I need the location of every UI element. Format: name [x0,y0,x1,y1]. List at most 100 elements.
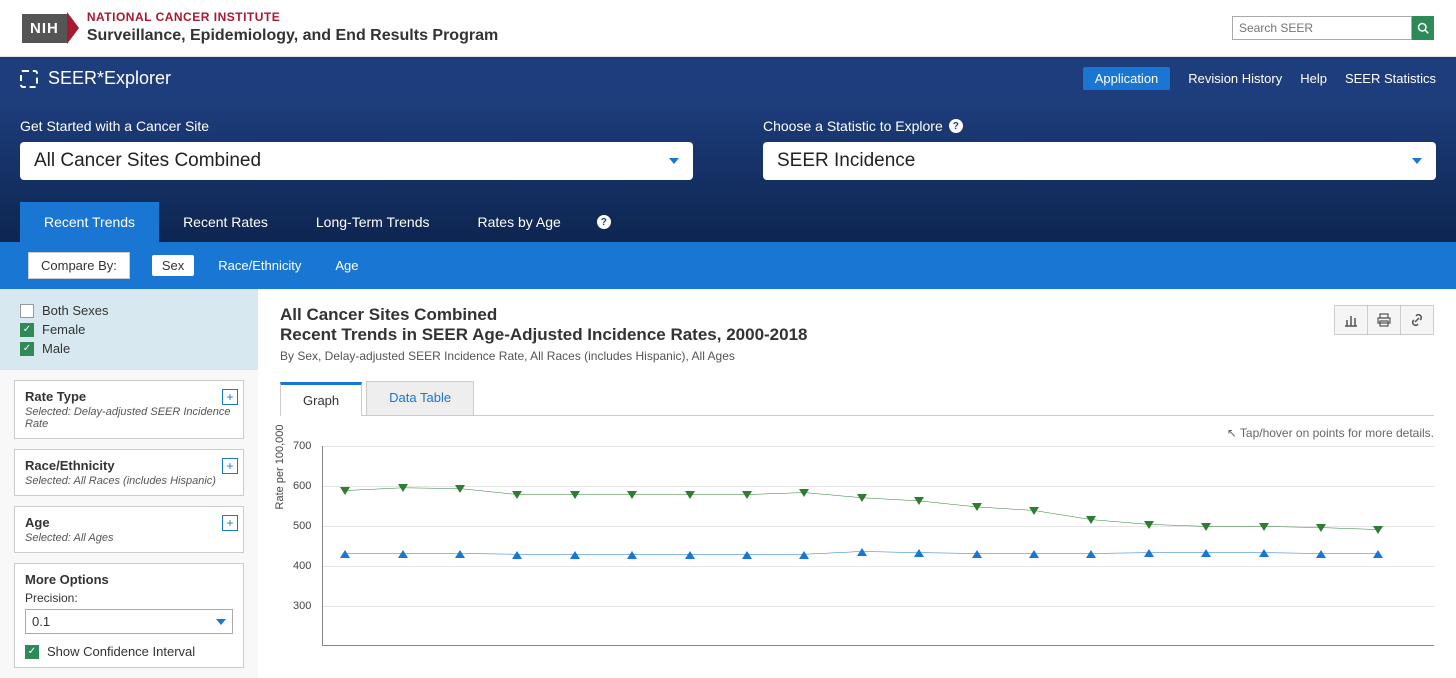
tab-recent-rates[interactable]: Recent Rates [159,202,292,242]
tab-data-table[interactable]: Data Table [366,381,474,415]
sex-filter-label: Female [42,322,85,337]
data-point-female[interactable] [627,551,637,559]
data-point-male[interactable] [1144,521,1154,529]
explorer-links: Application Revision History Help SEER S… [1083,67,1436,90]
data-point-female[interactable] [914,549,924,557]
y-tick-label: 700 [293,440,311,452]
data-point-male[interactable] [972,503,982,511]
data-point-female[interactable] [455,550,465,558]
link-seer-statistics[interactable]: SEER Statistics [1345,71,1436,86]
data-point-female[interactable] [340,550,350,558]
filter-selected: Selected: All Races (includes Hispanic) [25,475,233,487]
compare-option-age[interactable]: Age [325,255,368,276]
checkbox[interactable] [20,304,34,318]
y-tick-label: 400 [293,560,311,572]
chart-y-axis-label: Rate per 100,000 [274,425,286,510]
data-point-male[interactable] [742,491,752,499]
data-point-male[interactable] [455,485,465,493]
data-point-male[interactable] [512,491,522,499]
share-link-button[interactable] [1400,305,1434,335]
data-point-male[interactable] [1373,526,1383,534]
data-point-female[interactable] [398,550,408,558]
compare-option-sex[interactable]: Sex [152,255,194,276]
data-point-female[interactable] [857,548,867,556]
link-icon [1409,312,1425,328]
data-point-male[interactable] [1201,523,1211,531]
data-point-female[interactable] [742,551,752,559]
filter-selected: Selected: All Ages [25,532,233,544]
data-point-male[interactable] [570,491,580,499]
chart-lines [323,446,1434,645]
print-button[interactable] [1367,305,1401,335]
caret-down-icon [669,158,679,164]
cancer-site-select[interactable]: All Cancer Sites Combined [20,142,693,180]
data-point-male[interactable] [627,491,637,499]
data-point-female[interactable] [972,550,982,558]
explorer-bar: SEER*Explorer Application Revision Histo… [0,57,1456,100]
data-point-female[interactable] [1144,549,1154,557]
expand-button[interactable]: + [222,458,238,474]
data-point-female[interactable] [799,551,809,559]
link-revision-history[interactable]: Revision History [1188,71,1282,86]
compare-option-race-ethnicity[interactable]: Race/Ethnicity [208,255,311,276]
data-point-male[interactable] [857,494,867,502]
data-point-male[interactable] [340,487,350,495]
help-icon[interactable]: ? [949,119,963,133]
tab-rates-by-age[interactable]: Rates by Age [454,202,585,242]
data-point-male[interactable] [1259,523,1269,531]
filter-title: Age [25,515,233,530]
nih-logo[interactable]: NIH [22,12,79,44]
show-ci-checkbox[interactable]: ✓ [25,645,39,659]
nih-logo-text: NIH [22,14,67,43]
tab-recent-trends[interactable]: Recent Trends [20,202,159,242]
data-point-male[interactable] [1316,524,1326,532]
data-point-male[interactable] [799,489,809,497]
chart-wrap: Rate per 100,000 300400500600700 [280,446,1434,646]
chart-settings-button[interactable] [1334,305,1368,335]
sex-filter-male[interactable]: ✓Male [20,341,238,356]
data-point-female[interactable] [1373,550,1383,558]
precision-select[interactable]: 0.1 [25,609,233,634]
expand-button[interactable]: + [222,515,238,531]
filter-rate-type: Rate Type Selected: Delay-adjusted SEER … [14,380,244,439]
tabs-help-icon[interactable]: ? [597,215,611,229]
checkbox[interactable]: ✓ [20,342,34,356]
nih-header: NIH NATIONAL CANCER INSTITUTE Surveillan… [0,0,1456,57]
filter-title: Rate Type [25,389,233,404]
data-point-male[interactable] [1029,507,1039,515]
expand-button[interactable]: + [222,389,238,405]
search-button[interactable] [1412,16,1434,40]
content-row: Both Sexes ✓ Female ✓Male Rate Type Selecte… [0,289,1456,678]
data-point-female[interactable] [1201,549,1211,557]
data-point-female[interactable] [685,551,695,559]
data-point-female[interactable] [512,551,522,559]
checkbox[interactable]: ✓ [20,323,34,337]
panel-title-2: Recent Trends in SEER Age-Adjusted Incid… [280,325,808,345]
show-ci-label: Show Confidence Interval [47,644,195,659]
y-tick-label: 300 [293,600,311,612]
show-ci-row[interactable]: ✓ Show Confidence Interval [25,644,233,659]
tab-graph[interactable]: Graph [280,382,362,416]
data-point-female[interactable] [1029,550,1039,558]
data-point-female[interactable] [1316,550,1326,558]
data-point-female[interactable] [1086,550,1096,558]
statistic-select[interactable]: SEER Incidence [763,142,1436,180]
sex-filter-label: Both Sexes [42,303,109,318]
tab-long-term-trends[interactable]: Long-Term Trends [292,202,454,242]
search-input[interactable] [1232,16,1412,40]
sex-filter-female[interactable]: ✓ Female [20,322,238,337]
institute-name: NATIONAL CANCER INSTITUTE [87,10,498,26]
link-application[interactable]: Application [1083,67,1171,90]
data-point-female[interactable] [1259,549,1269,557]
data-point-male[interactable] [685,491,695,499]
caret-down-icon [216,619,226,625]
data-point-male[interactable] [398,484,408,492]
compare-bar: Compare By: SexRace/EthnicityAge [0,242,1456,289]
data-point-male[interactable] [914,497,924,505]
data-point-female[interactable] [570,551,580,559]
sex-filter-both-sexes[interactable]: Both Sexes [20,303,238,318]
link-help[interactable]: Help [1300,71,1327,86]
data-point-male[interactable] [1086,516,1096,524]
filter-title: Race/Ethnicity [25,458,233,473]
cancer-site-value: All Cancer Sites Combined [34,150,261,172]
